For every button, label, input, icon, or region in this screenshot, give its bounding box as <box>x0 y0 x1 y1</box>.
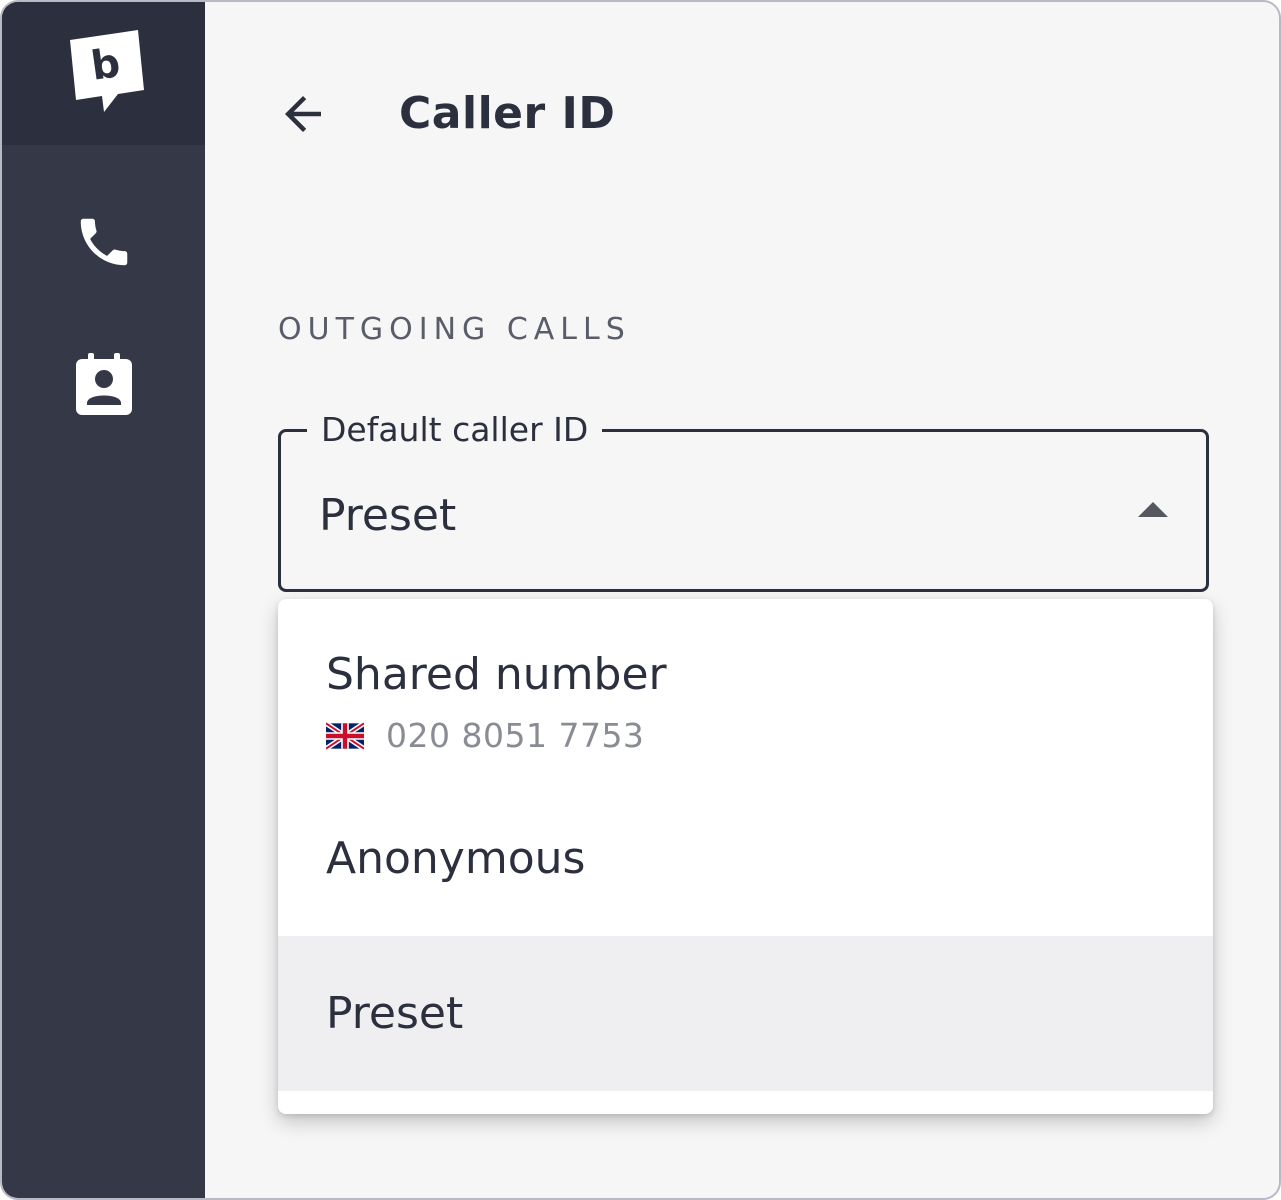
app-window: b Caller ID OUTGOING CALLS Default calle… <box>0 0 1281 1200</box>
sidebar-header: b <box>2 2 205 145</box>
uk-flag-icon <box>326 722 364 750</box>
contacts-icon <box>76 353 132 415</box>
option-label: Shared number <box>326 649 667 700</box>
option-shared-number[interactable]: Shared number 020 8051 7753 <box>278 599 1213 779</box>
nav-calls[interactable] <box>68 206 140 278</box>
option-anonymous[interactable]: Anonymous <box>278 779 1213 936</box>
section-label: OUTGOING CALLS <box>278 312 631 347</box>
page-title: Caller ID <box>399 88 616 139</box>
default-caller-id-select[interactable]: Default caller ID Preset <box>278 408 1209 592</box>
option-label: Anonymous <box>326 833 586 884</box>
phone-icon <box>80 218 128 266</box>
option-sub: 020 8051 7753 <box>326 714 644 758</box>
select-value: Preset <box>319 490 457 541</box>
dropdown-menu: Shared number 020 8051 7753 Anonymous Pr… <box>278 599 1213 1114</box>
main-content: Caller ID OUTGOING CALLS Default caller … <box>205 2 1279 1198</box>
sidebar: b <box>2 2 205 1198</box>
option-sub-number: 020 8051 7753 <box>386 716 645 755</box>
back-button[interactable] <box>271 82 335 146</box>
logo-icon: b <box>70 30 144 112</box>
select-label: Default caller ID <box>307 408 603 452</box>
caret-up-icon <box>1138 502 1168 517</box>
option-preset[interactable]: Preset <box>278 936 1213 1091</box>
option-label: Preset <box>326 988 464 1039</box>
nav-contacts[interactable] <box>68 348 140 420</box>
arrow-left-icon <box>285 96 321 132</box>
